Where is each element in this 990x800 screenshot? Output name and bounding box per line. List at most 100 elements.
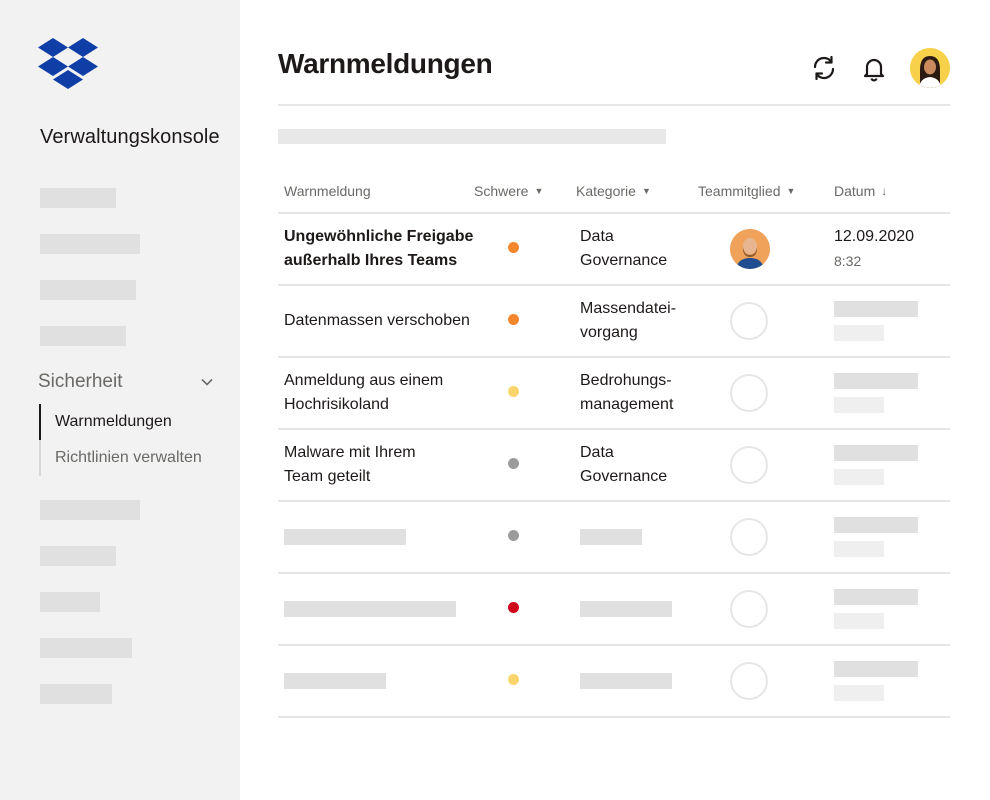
member-cell	[698, 429, 834, 502]
date-placeholder	[834, 301, 918, 317]
severity-cell	[474, 429, 576, 502]
bell-icon[interactable]	[860, 54, 888, 82]
table-row[interactable]	[278, 573, 950, 646]
nav-placeholder[interactable]	[40, 326, 126, 346]
severity-dot	[508, 314, 519, 325]
nav-placeholder[interactable]	[40, 500, 140, 520]
text-placeholder	[580, 673, 672, 689]
dropbox-logo[interactable]	[38, 38, 98, 90]
member-empty[interactable]	[730, 446, 768, 484]
severity-cell	[474, 573, 576, 646]
member-avatar[interactable]	[730, 229, 770, 269]
alert-name: Datenmassen verschoben	[278, 285, 474, 358]
member-empty[interactable]	[730, 590, 768, 628]
filter-bar-placeholder[interactable]	[278, 129, 666, 144]
caret-down-icon: ▼	[641, 186, 651, 196]
member-cell	[698, 285, 834, 358]
subnav-item-alerts[interactable]: Warnmeldungen	[39, 404, 229, 440]
alert-name: Malware mit Ihrem Team geteilt	[278, 429, 474, 502]
member-cell	[698, 357, 834, 430]
table-row[interactable]: Anmeldung aus einem Hochrisikoland Bedroh…	[278, 357, 950, 430]
date-cell	[834, 501, 950, 574]
date-placeholder	[834, 373, 918, 389]
member-empty[interactable]	[730, 662, 768, 700]
member-cell	[698, 213, 834, 286]
date-cell	[834, 357, 950, 430]
category-cell: Data Governance	[576, 213, 698, 286]
security-subnav: Warnmeldungen Richtlinien verwalten	[39, 404, 229, 476]
category-cell: Massendatei-vorgang	[576, 285, 698, 358]
column-header-alert[interactable]: Warnmeldung	[278, 170, 474, 214]
nav-placeholder[interactable]	[40, 592, 100, 612]
column-header-category[interactable]: Kategorie ▼	[576, 170, 698, 214]
column-header-member[interactable]: Teammitglied ▼	[698, 170, 834, 214]
member-cell	[698, 645, 834, 718]
table-row[interactable]: Malware mit Ihrem Team geteilt Data Govern…	[278, 429, 950, 502]
user-avatar[interactable]	[910, 48, 950, 88]
alert-name: Anmeldung aus einem Hochrisikoland	[278, 357, 474, 430]
date-placeholder	[834, 445, 918, 461]
severity-dot	[508, 674, 519, 685]
severity-dot	[508, 458, 519, 469]
table-row[interactable]	[278, 645, 950, 718]
nav-placeholder[interactable]	[40, 280, 136, 300]
time-placeholder	[834, 397, 884, 413]
nav-placeholder[interactable]	[40, 684, 112, 704]
date-cell	[834, 285, 950, 358]
caret-down-icon: ▼	[534, 186, 544, 196]
table-row[interactable]: Ungewöhnliche Freigabe außerhalb Ihres Te…	[278, 213, 950, 286]
table-row[interactable]: Datenmassen verschoben Massendatei-vorga…	[278, 285, 950, 358]
date-placeholder	[834, 589, 918, 605]
date-cell	[834, 429, 950, 502]
column-header-date[interactable]: Datum ↓	[834, 170, 950, 214]
nav-placeholder[interactable]	[40, 546, 116, 566]
alert-name	[278, 573, 474, 646]
arrow-down-icon: ↓	[881, 184, 888, 198]
nav-placeholder[interactable]	[40, 638, 132, 658]
time-placeholder	[834, 613, 884, 629]
refresh-icon[interactable]	[810, 54, 838, 82]
severity-dot	[508, 530, 519, 541]
member-empty[interactable]	[730, 518, 768, 556]
severity-cell	[474, 285, 576, 358]
severity-cell	[474, 357, 576, 430]
nav-section-label: Sicherheit	[38, 371, 123, 392]
main-content: Warnmeldungen Warnmeldung Schwere ▼ Kate…	[278, 0, 950, 800]
table-header-row: Warnmeldung Schwere ▼ Kategorie ▼ Teammitg…	[278, 170, 950, 214]
nav-section-security[interactable]: Sicherheit	[38, 369, 228, 395]
category-cell	[576, 573, 698, 646]
time-placeholder	[834, 325, 884, 341]
severity-dot	[508, 242, 519, 253]
member-empty[interactable]	[730, 302, 768, 340]
member-cell	[698, 501, 834, 574]
text-placeholder	[284, 673, 386, 689]
nav-placeholder[interactable]	[40, 188, 116, 208]
date-placeholder	[834, 661, 918, 677]
text-placeholder	[284, 601, 456, 617]
header-divider	[278, 104, 950, 106]
column-header-severity[interactable]: Schwere ▼	[474, 170, 576, 214]
text-placeholder	[580, 601, 672, 617]
subnav-item-manage-policies[interactable]: Richtlinien verwalten	[39, 440, 229, 476]
header-actions	[810, 48, 950, 88]
alert-name	[278, 501, 474, 574]
date-cell	[834, 645, 950, 718]
alert-name	[278, 645, 474, 718]
console-title: Verwaltungskonsole	[40, 126, 220, 148]
chevron-down-icon	[201, 378, 213, 386]
table-row[interactable]	[278, 501, 950, 574]
date-cell: 12.09.2020 8:32	[834, 213, 950, 286]
category-cell	[576, 645, 698, 718]
page-title: Warnmeldungen	[278, 48, 493, 79]
category-cell: Data Governance	[576, 429, 698, 502]
time-placeholder	[834, 541, 884, 557]
sidebar: Verwaltungskonsole Sicherheit Warnmeldun…	[0, 0, 240, 800]
text-placeholder	[284, 529, 406, 545]
alert-name: Ungewöhnliche Freigabe außerhalb Ihres Te…	[278, 213, 474, 286]
alerts-table: Warnmeldung Schwere ▼ Kategorie ▼ Teammitg…	[278, 170, 950, 718]
category-cell: Bedrohungs-management	[576, 357, 698, 430]
severity-cell	[474, 213, 576, 286]
member-empty[interactable]	[730, 374, 768, 412]
nav-placeholder[interactable]	[40, 234, 140, 254]
alert-date: 12.09.2020	[834, 228, 915, 245]
